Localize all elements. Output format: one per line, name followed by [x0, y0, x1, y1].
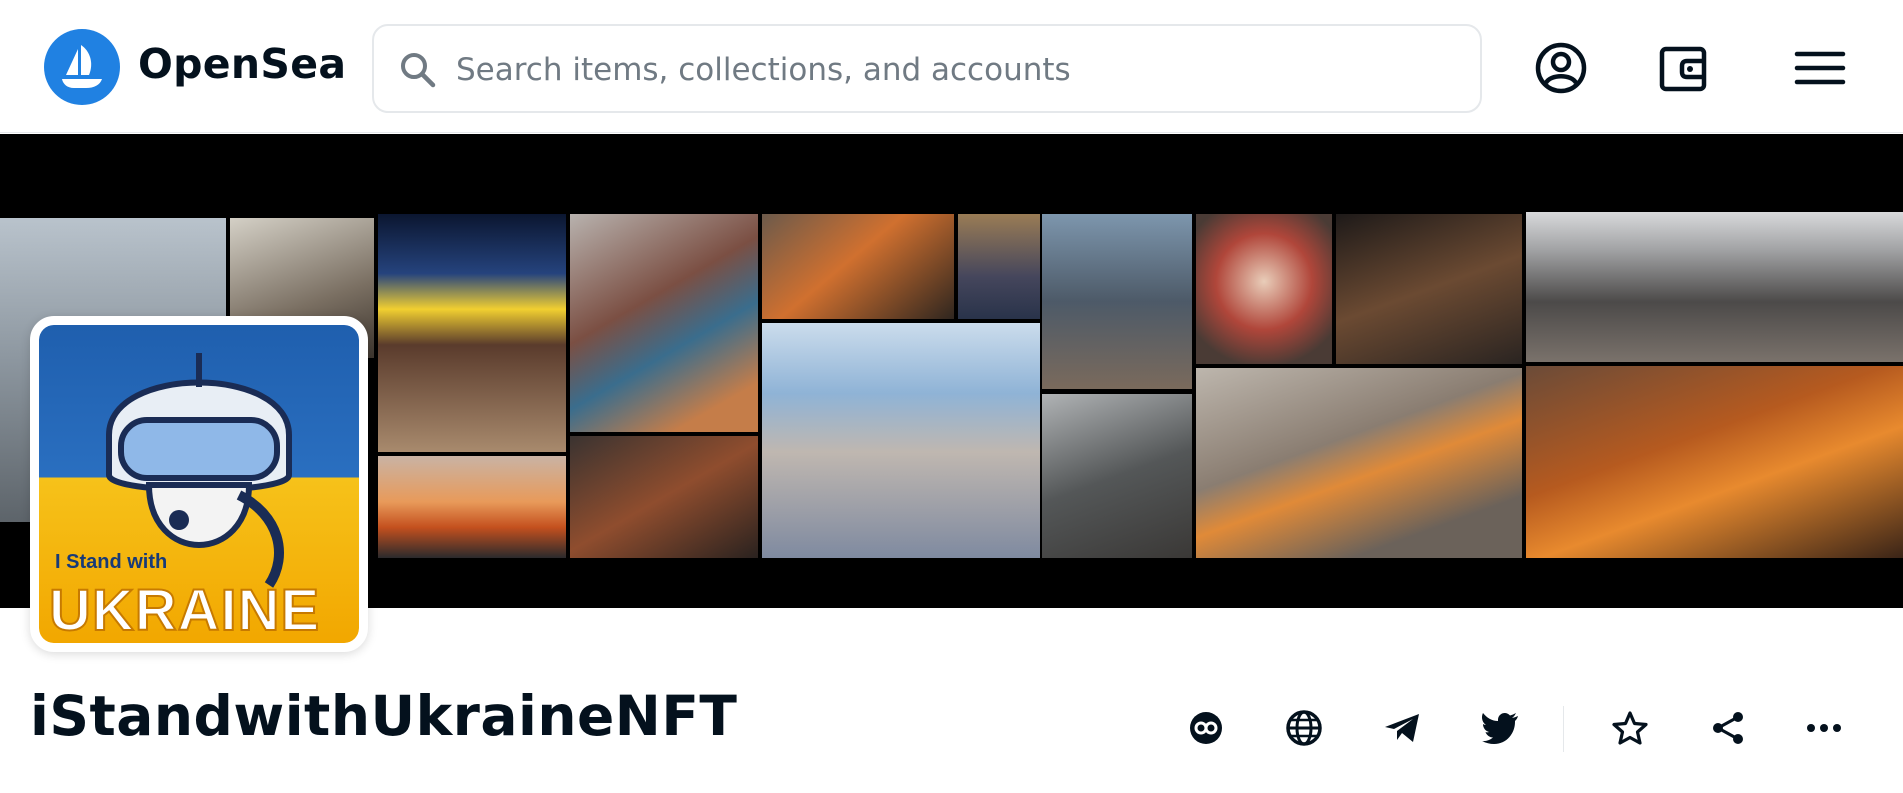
- opensea-logo-icon[interactable]: [44, 29, 120, 105]
- top-navigation-bar: OpenSea: [0, 0, 1903, 133]
- collection-name: iStandwithUkraineNFT: [30, 684, 738, 748]
- search-input[interactable]: [454, 42, 1458, 98]
- more-icon[interactable]: [1796, 700, 1852, 756]
- banner-photo: [1042, 214, 1192, 389]
- brand-name[interactable]: OpenSea: [138, 40, 346, 88]
- twitter-icon[interactable]: [1472, 700, 1528, 756]
- banner-photo: [1042, 394, 1192, 558]
- avatar-caption-big: UKRAINE: [48, 577, 321, 643]
- banner-photo: [1526, 366, 1903, 558]
- banner-photo: [1526, 212, 1903, 362]
- search-bar[interactable]: [372, 24, 1482, 113]
- menu-icon[interactable]: [1792, 40, 1848, 96]
- avatar-caption-small: I Stand with: [55, 551, 168, 573]
- search-icon: [398, 50, 438, 94]
- banner-photo: [378, 214, 566, 452]
- share-icon[interactable]: [1700, 700, 1756, 756]
- actions-divider: [1563, 706, 1564, 752]
- avatar-image: I Stand with UKRAINE: [39, 325, 359, 643]
- collection-avatar[interactable]: I Stand with UKRAINE: [30, 316, 368, 652]
- banner-photo: [570, 214, 758, 432]
- globe-icon[interactable]: [1276, 700, 1332, 756]
- banner-photo: [1196, 214, 1332, 364]
- wallet-icon[interactable]: [1655, 40, 1711, 96]
- account-icon[interactable]: [1533, 40, 1589, 96]
- banner-photo: [762, 214, 954, 319]
- banner-photo: [1336, 214, 1522, 364]
- link-icon[interactable]: [1178, 700, 1234, 756]
- star-icon[interactable]: [1602, 700, 1658, 756]
- telegram-icon[interactable]: [1374, 700, 1430, 756]
- banner-photo: [378, 456, 566, 558]
- banner-photo: [570, 436, 758, 558]
- banner-photo: [958, 214, 1040, 319]
- banner-photo: [1196, 368, 1522, 558]
- banner-photo: [762, 323, 1040, 558]
